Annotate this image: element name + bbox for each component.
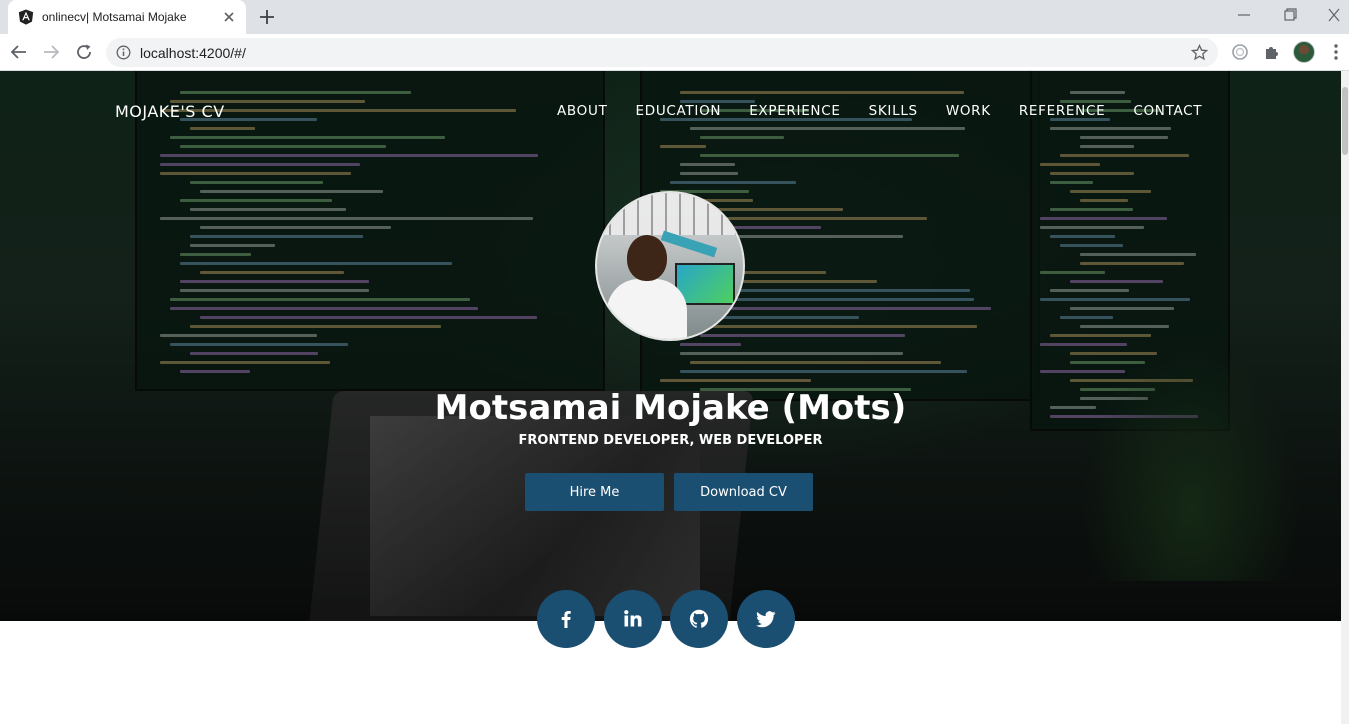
download-cv-button[interactable]: Download CV	[674, 473, 813, 511]
reload-icon[interactable]	[74, 42, 94, 62]
nav-item-reference[interactable]: REFERENCE	[1019, 103, 1105, 119]
minimize-icon[interactable]	[1233, 6, 1255, 24]
new-tab-icon[interactable]	[258, 8, 276, 26]
github-icon	[689, 609, 709, 628]
twitter-button[interactable]	[737, 590, 795, 648]
close-window-icon[interactable]	[1323, 6, 1345, 24]
restore-icon[interactable]	[1279, 6, 1301, 24]
page-viewport: MOJAKE'S CV ABOUT EDUCATION EXPERIENCE S…	[0, 71, 1349, 724]
forward-icon[interactable]	[41, 42, 61, 62]
address-bar[interactable]: localhost:4200/#/	[106, 38, 1218, 67]
back-icon[interactable]	[9, 42, 29, 62]
hire-me-button[interactable]: Hire Me	[525, 473, 664, 511]
bookmark-star-icon[interactable]	[1191, 44, 1208, 61]
twitter-icon	[756, 611, 776, 628]
linkedin-button[interactable]	[604, 590, 662, 648]
info-icon[interactable]	[116, 45, 131, 60]
photo-face	[627, 235, 667, 281]
photo-shirt	[607, 279, 687, 339]
url-text[interactable]: localhost:4200/#/	[140, 45, 246, 61]
nav-item-skills[interactable]: SKILLS	[869, 103, 918, 119]
profile-photo	[595, 191, 745, 341]
facebook-button[interactable]	[537, 590, 595, 648]
angular-icon	[18, 9, 34, 25]
nav-item-about[interactable]: ABOUT	[557, 103, 608, 119]
nav-item-contact[interactable]: CONTACT	[1133, 103, 1202, 119]
browser-tabstrip: onlinecv| Motsamai Mojake	[0, 0, 1349, 34]
nav-item-work[interactable]: WORK	[946, 103, 991, 119]
main-nav: ABOUT EDUCATION EXPERIENCE SKILLS WORK R…	[557, 103, 1202, 119]
nav-item-education[interactable]: EDUCATION	[636, 103, 722, 119]
github-button[interactable]	[670, 590, 728, 648]
hero-overlay	[0, 71, 1341, 621]
browser-toolbar: localhost:4200/#/	[0, 34, 1349, 71]
scrollbar-thumb[interactable]	[1342, 87, 1348, 155]
hero-name: Motsamai Mojake (Mots)	[434, 388, 907, 428]
extensions-puzzle-icon[interactable]	[1263, 43, 1281, 61]
photo-ceiling	[597, 193, 743, 235]
hero-section: MOJAKE'S CV ABOUT EDUCATION EXPERIENCE S…	[0, 71, 1341, 621]
tab-title: onlinecv| Motsamai Mojake	[42, 10, 187, 24]
hero-subtitle: FRONTEND DEVELOPER, WEB DEVELOPER	[518, 433, 823, 448]
profile-avatar[interactable]	[1293, 41, 1315, 63]
close-icon[interactable]	[222, 10, 236, 24]
browser-tab[interactable]: onlinecv| Motsamai Mojake	[8, 0, 246, 34]
page-scrollbar[interactable]	[1341, 71, 1349, 724]
site-brand[interactable]: MOJAKE'S CV	[115, 102, 225, 121]
extension-clock-icon[interactable]	[1231, 43, 1249, 61]
facebook-icon	[561, 611, 571, 628]
nav-item-experience[interactable]: EXPERIENCE	[749, 103, 840, 119]
more-menu-icon[interactable]	[1328, 43, 1344, 61]
linkedin-icon	[624, 610, 642, 627]
